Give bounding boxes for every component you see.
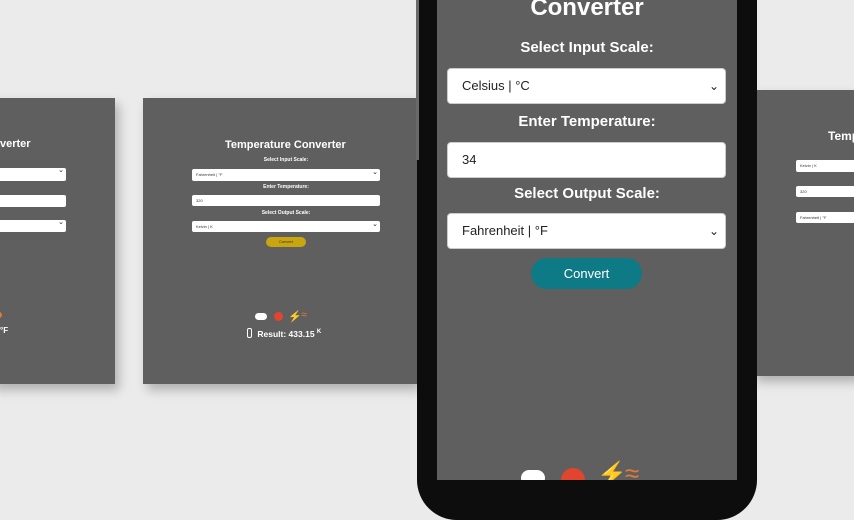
temperature-input[interactable]: 320: [796, 186, 854, 197]
cloud-icon: [521, 470, 545, 480]
output-scale-select[interactable]: Kelvin | K: [192, 221, 380, 232]
weather-icons: ⚡ ≈: [255, 309, 335, 323]
output-scale-label: Select Output Scale:: [514, 185, 660, 202]
convert-button[interactable]: Convert: [531, 258, 642, 289]
panel-title: Temperature Converter: [225, 139, 346, 151]
sun-icon: [0, 312, 2, 318]
page-title: Converter: [530, 0, 644, 21]
temperature-label: Enter Temperature:: [518, 113, 656, 130]
temperature-input[interactable]: 34: [447, 142, 726, 178]
thermometer-icon: [247, 328, 252, 338]
input-scale-label: Select Input Scale:: [520, 39, 654, 56]
cloud-icon: [255, 313, 267, 320]
input-scale-label: Select Input Scale:: [263, 157, 309, 163]
result-row: Result: 433.15 K: [247, 328, 321, 339]
input-scale-select[interactable]: Celsius | °C ⌄: [447, 68, 726, 104]
wind-icon: ≈: [301, 309, 308, 321]
input-scale-select[interactable]: [0, 168, 66, 181]
lightning-icon: ⚡: [288, 311, 302, 323]
output-scale-select[interactable]: Fahrenheit | °F: [796, 212, 854, 223]
phone-side-button: [416, 0, 419, 160]
phone-screen: Converter Select Input Scale: Celsius | …: [437, 0, 737, 480]
input-scale-select[interactable]: Fahrenheit | °F: [192, 169, 380, 181]
wind-icon: ≈: [625, 458, 640, 480]
convert-button[interactable]: Convert: [266, 237, 306, 247]
output-scale-label: Select Output Scale:: [261, 210, 311, 216]
converter-panel-center: Temperature Converter Select Input Scale…: [143, 98, 417, 384]
temperature-label: Enter Temperature:: [263, 184, 309, 190]
panel-title: Temp: [828, 129, 854, 143]
result-text: Result: 433.15: [257, 329, 315, 339]
output-scale-value: Fahrenheit | °F: [462, 223, 548, 238]
input-scale-value: Celsius | °C: [462, 78, 530, 93]
converter-panel-left: verter °F: [0, 98, 115, 384]
temperature-input[interactable]: [0, 195, 66, 207]
chevron-down-icon: ⌄: [708, 79, 719, 93]
panel-title: verter: [0, 138, 31, 150]
input-scale-select[interactable]: Kelvin | K: [796, 160, 854, 172]
output-scale-select[interactable]: [0, 220, 66, 232]
result-unit: K: [316, 329, 322, 336]
weather-icons: ⚡ ≈: [521, 458, 661, 480]
converter-panel-right: Temp Kelvin | K 320 Fahrenheit | °F: [752, 90, 854, 376]
sun-icon: [274, 312, 283, 321]
result-unit: °F: [0, 326, 9, 335]
sun-icon: [561, 468, 585, 480]
lightning-icon: ⚡: [597, 461, 627, 480]
chevron-down-icon: ⌄: [708, 224, 719, 238]
temperature-input[interactable]: 320: [192, 195, 380, 206]
output-scale-select[interactable]: Fahrenheit | °F ⌄: [447, 213, 726, 249]
